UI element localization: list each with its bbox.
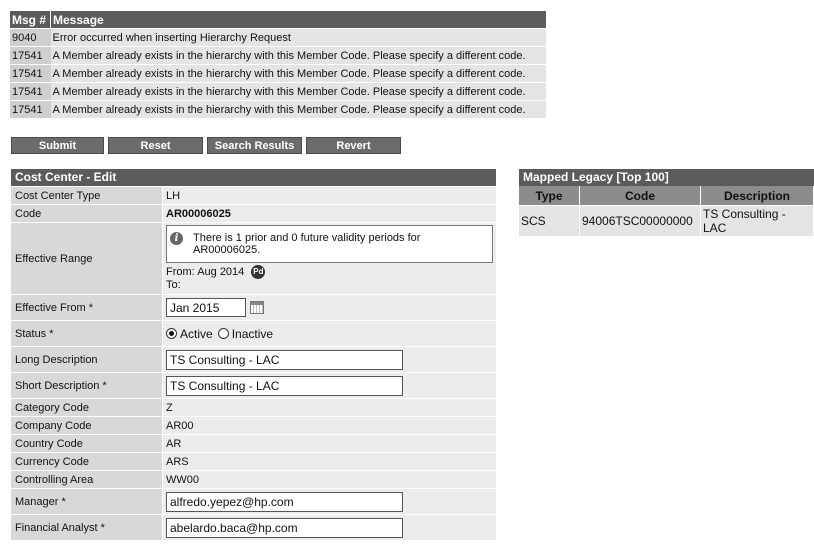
- row-category-code: Category Code Z: [11, 398, 496, 416]
- msg-text: A Member already exists in the hierarchy…: [50, 64, 546, 83]
- revert-button[interactable]: Revert: [306, 137, 401, 154]
- from-label: From:: [166, 266, 195, 278]
- row-effective-range: Effective Range i There is 1 prior and 0…: [11, 222, 496, 294]
- long-description-value: [162, 347, 496, 372]
- cost-center-type-label: Cost Center Type: [11, 187, 162, 204]
- code-value: AR00006025: [162, 205, 496, 222]
- row-financial-analyst: Financial Analyst *: [11, 514, 496, 540]
- message-row: 17541 A Member already exists in the hie…: [10, 46, 546, 65]
- mapped-legacy-panel: Mapped Legacy [Top 100] Type Code Descri…: [519, 169, 814, 236]
- status-value: Active Inactive: [162, 321, 496, 346]
- company-code-value: AR00: [162, 417, 496, 434]
- row-short-description: Short Description *: [11, 372, 496, 398]
- messages-header-row: Msg # Message: [10, 11, 546, 29]
- row-status: Status * Active Inactive: [11, 320, 496, 346]
- validity-info-text: There is 1 prior and 0 future validity p…: [193, 232, 421, 256]
- submit-button[interactable]: Submit: [11, 137, 104, 154]
- legacy-description-header: Description: [700, 186, 814, 206]
- manager-value: [162, 489, 496, 514]
- msg-text: Error occurred when inserting Hierarchy …: [50, 28, 546, 47]
- row-code: Code AR00006025: [11, 204, 496, 222]
- row-long-description: Long Description: [11, 346, 496, 372]
- legacy-code-header: Code: [579, 186, 701, 206]
- status-active-radio[interactable]: [166, 328, 177, 339]
- msg-num-header: Msg #: [10, 11, 51, 29]
- from-line: From: Aug 2014 Pd: [166, 265, 266, 280]
- status-inactive-radio[interactable]: [217, 328, 229, 339]
- legacy-type-cell: SCS: [519, 205, 580, 236]
- effective-from-value: [162, 295, 496, 320]
- mapped-legacy-table: Type Code Description SCS 94006TSC000000…: [519, 186, 814, 236]
- calendar-icon[interactable]: [250, 301, 264, 314]
- cost-center-type-value: LH: [162, 187, 496, 204]
- validity-info-box: i There is 1 prior and 0 future validity…: [166, 225, 493, 263]
- msg-text: A Member already exists in the hierarchy…: [50, 46, 546, 65]
- long-description-input[interactable]: [166, 349, 403, 370]
- manager-label: Manager *: [11, 489, 162, 514]
- financial-analyst-input[interactable]: [166, 517, 403, 538]
- message-row: 17541 A Member already exists in the hie…: [10, 100, 546, 118]
- period-detail-icon[interactable]: Pd: [251, 265, 266, 280]
- row-manager: Manager *: [11, 488, 496, 514]
- effective-from-input[interactable]: [166, 298, 246, 317]
- search-results-button[interactable]: Search Results: [207, 137, 302, 154]
- short-description-input[interactable]: [166, 375, 403, 396]
- short-description-value: [162, 373, 496, 398]
- messages-table: Msg # Message 9040 Error occurred when i…: [10, 11, 546, 118]
- legacy-type-header: Type: [519, 186, 580, 206]
- message-row: 9040 Error occurred when inserting Hiera…: [10, 28, 546, 47]
- msg-num: 9040: [10, 28, 51, 47]
- controlling-area-value: WW00: [162, 471, 496, 488]
- status-label: Status *: [11, 321, 162, 346]
- financial-analyst-value: [162, 515, 496, 540]
- row-cost-center-type: Cost Center Type LH: [11, 186, 496, 204]
- to-line: To:: [166, 279, 181, 291]
- row-currency-code: Currency Code ARS: [11, 452, 496, 470]
- row-company-code: Company Code AR00: [11, 416, 496, 434]
- row-controlling-area: Controlling Area WW00: [11, 470, 496, 488]
- country-code-value: AR: [162, 435, 496, 452]
- message-row: 17541 A Member already exists in the hie…: [10, 64, 546, 83]
- mapped-legacy-title: Mapped Legacy [Top 100]: [519, 169, 814, 186]
- to-label: To:: [166, 279, 181, 291]
- effective-range-label: Effective Range: [11, 223, 162, 294]
- reset-button[interactable]: Reset: [108, 137, 203, 154]
- cost-center-edit-form: Cost Center - Edit Cost Center Type LH C…: [11, 169, 496, 540]
- from-value: Aug 2014: [197, 266, 245, 278]
- manager-input[interactable]: [166, 491, 403, 512]
- legacy-header-row: Type Code Description: [519, 186, 814, 206]
- msg-num: 17541: [10, 64, 51, 83]
- long-description-label: Long Description: [11, 347, 162, 372]
- info-icon: i: [170, 232, 183, 245]
- currency-code-value: ARS: [162, 453, 496, 470]
- short-description-label: Short Description *: [11, 373, 162, 398]
- category-code-label: Category Code: [11, 399, 162, 416]
- message-row: 17541 A Member already exists in the hie…: [10, 82, 546, 101]
- status-inactive-label: Inactive: [231, 326, 274, 341]
- msg-text: A Member already exists in the hierarchy…: [50, 82, 546, 101]
- effective-from-label: Effective From *: [11, 295, 162, 320]
- category-code-value: Z: [162, 399, 496, 416]
- msg-num: 17541: [10, 82, 51, 101]
- legacy-row: SCS 94006TSC00000000 TS Consulting - LAC: [519, 205, 814, 236]
- controlling-area-label: Controlling Area: [11, 471, 162, 488]
- message-header: Message: [50, 11, 546, 29]
- row-effective-from: Effective From *: [11, 294, 496, 320]
- code-label: Code: [11, 205, 162, 222]
- effective-range-value: i There is 1 prior and 0 future validity…: [162, 223, 496, 294]
- msg-num: 17541: [10, 100, 51, 118]
- legacy-code-cell: 94006TSC00000000: [579, 205, 701, 236]
- currency-code-label: Currency Code: [11, 453, 162, 470]
- company-code-label: Company Code: [11, 417, 162, 434]
- financial-analyst-label: Financial Analyst *: [11, 515, 162, 540]
- msg-num: 17541: [10, 46, 51, 65]
- legacy-description-cell: TS Consulting - LAC: [700, 205, 814, 236]
- row-country-code: Country Code AR: [11, 434, 496, 452]
- country-code-label: Country Code: [11, 435, 162, 452]
- status-active-label: Active: [180, 326, 213, 341]
- msg-text: A Member already exists in the hierarchy…: [50, 100, 546, 118]
- form-title: Cost Center - Edit: [11, 169, 496, 186]
